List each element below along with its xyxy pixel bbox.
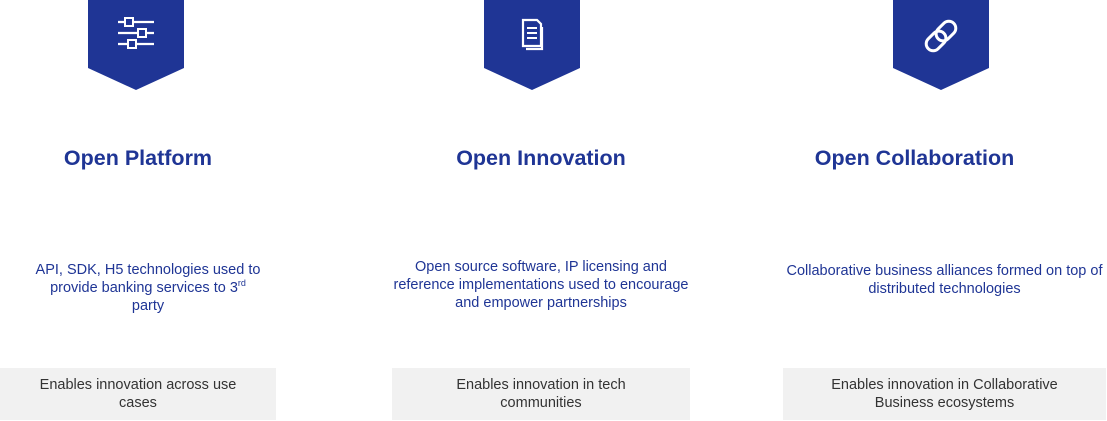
section-title: Open Innovation xyxy=(456,146,626,170)
sliders-icon xyxy=(88,0,184,90)
section-description: API, SDK, H5 technologies used to provid… xyxy=(35,262,261,314)
document-icon xyxy=(484,0,580,90)
section-title: Open Collaboration xyxy=(814,146,1015,170)
column-open-collaboration: Open Collaboration Collaborative busines… xyxy=(783,0,1106,421)
column-open-innovation: Open Innovation Open source software, IP… xyxy=(392,0,690,421)
section-title: Open Platform xyxy=(63,146,213,170)
ordinal-superscript: rd xyxy=(237,278,246,289)
section-description: Open source software, IP licensing and r… xyxy=(393,259,689,311)
benefit-box: Enables innovation in tech communities xyxy=(392,368,690,420)
column-open-platform: Open Platform API, SDK, H5 technologies … xyxy=(0,0,276,421)
benefit-box: Enables innovation across use cases xyxy=(0,368,276,420)
section-description: Collaborative business alliances formed … xyxy=(786,263,1103,297)
link-icon xyxy=(893,0,989,90)
benefit-box: Enables innovation in Collaborative Busi… xyxy=(783,368,1106,420)
